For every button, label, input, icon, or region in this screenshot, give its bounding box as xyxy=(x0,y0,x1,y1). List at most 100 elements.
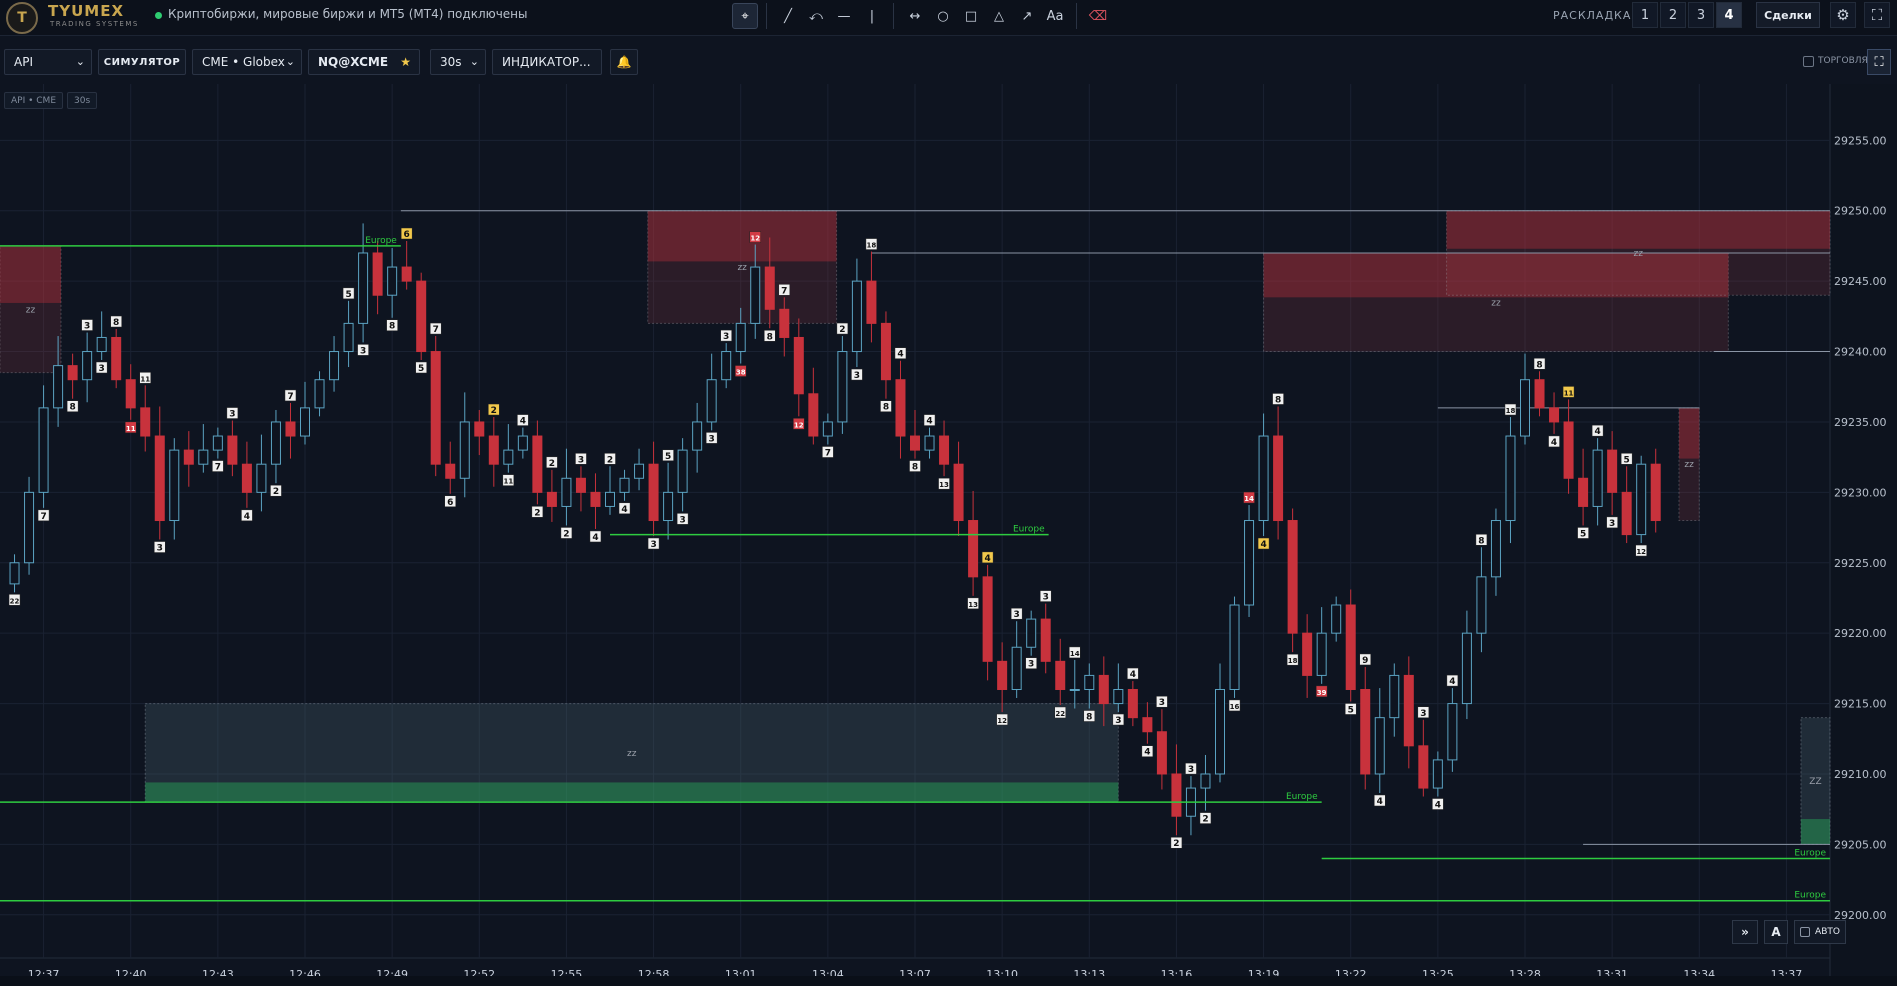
time-tick-label: 12:43 xyxy=(202,968,234,976)
count-label-text: 4 xyxy=(1377,797,1383,807)
count-label: 4 xyxy=(589,530,602,543)
symbol-field[interactable]: NQ@XCME ★ xyxy=(308,49,420,75)
count-label: 3 xyxy=(226,407,239,420)
candle xyxy=(1345,589,1356,702)
brand-name: TYUMEX xyxy=(48,2,125,20)
arrow-icon[interactable]: ↗ xyxy=(1014,3,1040,29)
price-chart[interactable]: 29200.0029205.0029210.0029215.0029220.00… xyxy=(0,84,1897,976)
vertical-line-icon[interactable]: | xyxy=(859,3,885,29)
cursor-icon[interactable]: ⌖ xyxy=(732,3,758,29)
fullscreen-icon[interactable]: ⛶ xyxy=(1864,2,1890,28)
candle-body xyxy=(314,379,325,409)
horizontal-line-icon[interactable]: — xyxy=(831,3,857,29)
exchange-select[interactable]: CME • Globex ⌄ xyxy=(192,49,302,75)
line-icon[interactable]: ╱ xyxy=(775,3,801,29)
candle-body xyxy=(939,435,950,465)
count-label: 3 xyxy=(1156,695,1168,708)
eraser-icon[interactable]: ⌫ xyxy=(1085,3,1111,29)
candle-body xyxy=(1214,688,1226,775)
simulator-button[interactable]: СИМУЛЯТОР xyxy=(98,49,186,75)
count-label-text: 4 xyxy=(1551,438,1557,448)
deals-button[interactable]: Сделки xyxy=(1756,2,1820,28)
layout-option-3[interactable]: 3 xyxy=(1688,2,1714,28)
candle-body xyxy=(692,421,703,451)
status-footer xyxy=(0,976,1897,986)
candle-body xyxy=(924,435,935,451)
candle-body xyxy=(241,463,252,493)
candle-body xyxy=(909,435,921,451)
supply-zone-core xyxy=(647,210,837,262)
measure-icon[interactable]: ↔ xyxy=(902,3,928,29)
count-label-text: 8 xyxy=(1478,536,1484,546)
candle-body xyxy=(1403,674,1414,747)
count-label-text: 8 xyxy=(389,322,395,332)
candle-body xyxy=(1549,407,1560,423)
candle-body xyxy=(38,407,49,493)
count-label-text: 8 xyxy=(767,332,773,342)
count-label: 6 xyxy=(444,495,456,508)
count-label-text: 2 xyxy=(1173,839,1179,849)
candle-body xyxy=(895,379,906,437)
count-label: 7 xyxy=(284,389,297,402)
auto-scale-button[interactable]: A xyxy=(1764,920,1788,944)
count-label-text: 7 xyxy=(215,463,221,473)
count-label: 4 xyxy=(1446,674,1459,687)
candle-body xyxy=(953,463,964,522)
count-label-text: 7 xyxy=(433,325,439,335)
candle-body xyxy=(764,266,775,310)
circle-icon[interactable]: ○ xyxy=(930,3,956,29)
candle-body xyxy=(1200,773,1211,789)
candle-body xyxy=(1650,463,1661,522)
auto-toggle[interactable]: АВТО xyxy=(1794,920,1846,944)
rectangle-icon[interactable]: □ xyxy=(958,3,984,29)
text-icon[interactable]: Aa xyxy=(1042,3,1068,29)
candle-body xyxy=(1258,435,1269,522)
layout-option-4[interactable]: 4 xyxy=(1716,2,1742,28)
count-label-text: 4 xyxy=(1449,677,1455,687)
layout-option-2[interactable]: 2 xyxy=(1660,2,1686,28)
indicators-button[interactable]: ИНДИКАТОР... xyxy=(492,49,602,75)
timeframe-select[interactable]: 30s ⌄ xyxy=(430,49,486,75)
count-label: 3 xyxy=(1112,713,1125,726)
expand-icon[interactable]: ⛶ xyxy=(1867,49,1891,75)
count-label-text: 9 xyxy=(1362,656,1368,666)
candle-body xyxy=(372,252,383,296)
count-label-text: 4 xyxy=(621,505,627,515)
count-label-text: 5 xyxy=(1348,705,1354,715)
layout-option-1[interactable]: 1 xyxy=(1632,2,1658,28)
candle-body xyxy=(1519,379,1531,437)
count-label: 11 xyxy=(502,474,515,486)
count-label: 8 xyxy=(764,330,776,342)
trading-checkbox[interactable] xyxy=(1803,56,1814,67)
chart-timeframe-chip: 30s xyxy=(67,92,98,109)
alerts-bell-icon[interactable]: 🔔 xyxy=(610,49,638,75)
candle xyxy=(1636,455,1647,544)
candle-body xyxy=(227,435,238,465)
candle-body xyxy=(648,463,659,522)
count-label: 3 xyxy=(705,432,718,444)
time-tick-label: 12:40 xyxy=(115,968,147,976)
count-label: 3 xyxy=(1039,590,1052,603)
source-select[interactable]: API ⌄ xyxy=(4,49,92,75)
time-tick-label: 13:07 xyxy=(899,968,931,976)
scroll-to-latest-button[interactable]: » xyxy=(1732,920,1758,944)
logo[interactable]: T xyxy=(6,2,38,34)
triangle-icon[interactable]: △ xyxy=(986,3,1012,29)
candle-body xyxy=(503,449,514,465)
curve-icon[interactable]: ⤺ xyxy=(803,3,829,29)
candle-body xyxy=(1418,745,1429,789)
candle-body xyxy=(343,322,354,353)
favorite-star-icon[interactable]: ★ xyxy=(400,55,411,69)
chart-area[interactable]: 29200.00 29205.00 29210.00 29215.00 29220.00… xyxy=(0,84,1897,976)
settings-icon[interactable]: ⚙ xyxy=(1830,2,1856,28)
count-label: 8 xyxy=(909,460,921,473)
auto-checkbox[interactable] xyxy=(1800,927,1811,937)
count-label: 5 xyxy=(342,287,355,300)
candle-body xyxy=(1084,674,1095,690)
candle-body xyxy=(9,562,20,585)
count-label: 4 xyxy=(981,551,994,564)
count-label-text: 12 xyxy=(1636,548,1646,556)
time-tick-label: 13:04 xyxy=(812,968,844,976)
price-tick-label: 29245.00 xyxy=(1834,275,1887,288)
count-label: 22 xyxy=(8,594,21,606)
